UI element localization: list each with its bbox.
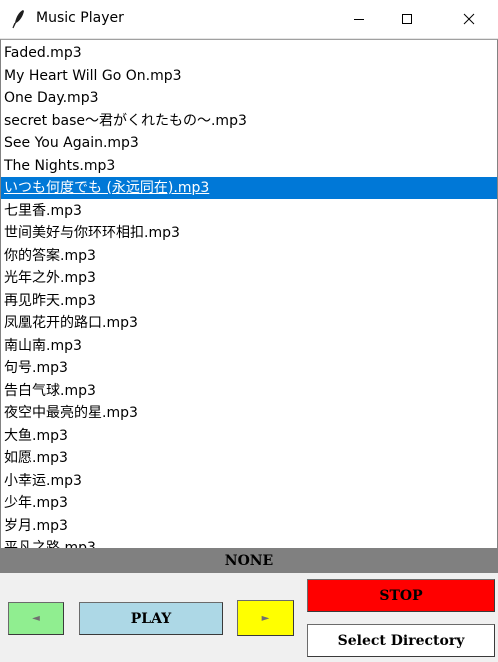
playlist-item[interactable]: 告白气球.mp3 bbox=[1, 380, 497, 402]
playlist-item-label: 你的答案.mp3 bbox=[4, 247, 96, 264]
playlist-item-label: 句号.mp3 bbox=[4, 360, 68, 376]
stop-button[interactable]: STOP bbox=[307, 579, 495, 612]
minimize-button[interactable] bbox=[336, 0, 382, 38]
playlist-item-label: 少年.mp3 bbox=[4, 495, 68, 511]
playlist-item[interactable]: One Day.mp3 bbox=[1, 87, 497, 109]
close-icon bbox=[463, 10, 475, 29]
select-directory-button[interactable]: Select Directory bbox=[307, 624, 495, 657]
playlist-item[interactable]: 岁月.mp3 bbox=[1, 515, 497, 537]
playlist-item-label: The Nights.mp3 bbox=[4, 157, 116, 174]
minimize-icon bbox=[353, 10, 365, 29]
playlist-item-label: 如愿.mp3 bbox=[4, 450, 68, 466]
playlist-item-label: 南山南.mp3 bbox=[4, 337, 82, 354]
playlist-item-label: 夜空中最亮的星.mp3 bbox=[4, 405, 138, 421]
playlist-item[interactable]: 你的答案.mp3 bbox=[1, 245, 497, 267]
playlist-item-label: My Heart Will Go On.mp3 bbox=[4, 67, 182, 84]
previous-arrow-icon: ◄ bbox=[32, 613, 40, 624]
playlist-item[interactable]: Faded.mp3 bbox=[1, 42, 497, 64]
playlist-item-label: 凤凰花开的路口.mp3 bbox=[4, 315, 138, 331]
previous-track-button[interactable]: ◄ bbox=[8, 602, 64, 635]
playlist-item[interactable]: 南山南.mp3 bbox=[1, 335, 497, 357]
playlist-item[interactable]: 七里香.mp3 bbox=[1, 200, 497, 222]
playlist-item[interactable]: 再见昨天.mp3 bbox=[1, 290, 497, 312]
maximize-icon bbox=[401, 10, 413, 29]
playlist-item-label: secret base～君がくれたもの～.mp3 bbox=[4, 112, 247, 129]
title-bar[interactable]: Music Player bbox=[0, 0, 498, 39]
playlist-item-label: 光年之外.mp3 bbox=[4, 270, 96, 286]
playlist-item[interactable]: 句号.mp3 bbox=[1, 357, 497, 379]
playlist-item[interactable]: 夜空中最亮的星.mp3 bbox=[1, 402, 497, 424]
playlist-item[interactable]: See You Again.mp3 bbox=[1, 132, 497, 154]
playlist-item[interactable]: 如愿.mp3 bbox=[1, 447, 497, 469]
playlist-item-label: 大鱼.mp3 bbox=[4, 427, 68, 444]
playlist-item[interactable]: secret base～君がくれたもの～.mp3 bbox=[1, 110, 497, 132]
playlist-item[interactable]: 凤凰花开的路口.mp3 bbox=[1, 312, 497, 334]
status-label: NONE bbox=[0, 548, 498, 573]
window-title: Music Player bbox=[36, 10, 124, 26]
playlist-item-label: One Day.mp3 bbox=[4, 90, 99, 106]
playlist-item[interactable]: 大鱼.mp3 bbox=[1, 425, 497, 447]
playlist-item[interactable]: 世间美好与你环环相扣.mp3 bbox=[1, 222, 497, 244]
playlist-item-label: 世间美好与你环环相扣.mp3 bbox=[4, 225, 180, 241]
playlist-item-label: See You Again.mp3 bbox=[4, 135, 139, 151]
playlist-listbox[interactable]: Faded.mp3 My Heart Will Go On.mp3 One Day.… bbox=[0, 39, 498, 549]
next-track-button[interactable]: ► bbox=[237, 600, 294, 636]
play-button[interactable]: PLAY bbox=[79, 602, 223, 635]
playlist-item[interactable]: My Heart Will Go On.mp3 bbox=[1, 65, 497, 87]
playlist-item[interactable]: The Nights.mp3 bbox=[1, 155, 497, 177]
playlist-item-label: いつも何度でも (永远同在).mp3 bbox=[4, 180, 210, 196]
feather-icon bbox=[10, 9, 28, 29]
playlist-item[interactable]: いつも何度でも (永远同在).mp3 bbox=[1, 177, 497, 199]
playlist-item-label: 岁月.mp3 bbox=[4, 517, 68, 534]
playlist-item-label: 告白气球.mp3 bbox=[4, 382, 96, 399]
next-arrow-icon: ► bbox=[261, 612, 270, 624]
close-button[interactable] bbox=[446, 0, 492, 38]
playlist-item-label: 小幸运.mp3 bbox=[4, 472, 82, 489]
playlist-item[interactable]: 光年之外.mp3 bbox=[1, 267, 497, 289]
playlist-item-label: Faded.mp3 bbox=[4, 45, 82, 61]
playlist-item-label: 再见昨天.mp3 bbox=[4, 292, 96, 309]
playlist-item[interactable]: 小幸运.mp3 bbox=[1, 470, 497, 492]
playlist-item-label: 七里香.mp3 bbox=[4, 202, 82, 219]
maximize-button[interactable] bbox=[384, 0, 430, 38]
music-player-window: Music Player Faded.mp3 My Heart Will Go O… bbox=[0, 0, 498, 662]
playlist-item[interactable]: 少年.mp3 bbox=[1, 492, 497, 514]
